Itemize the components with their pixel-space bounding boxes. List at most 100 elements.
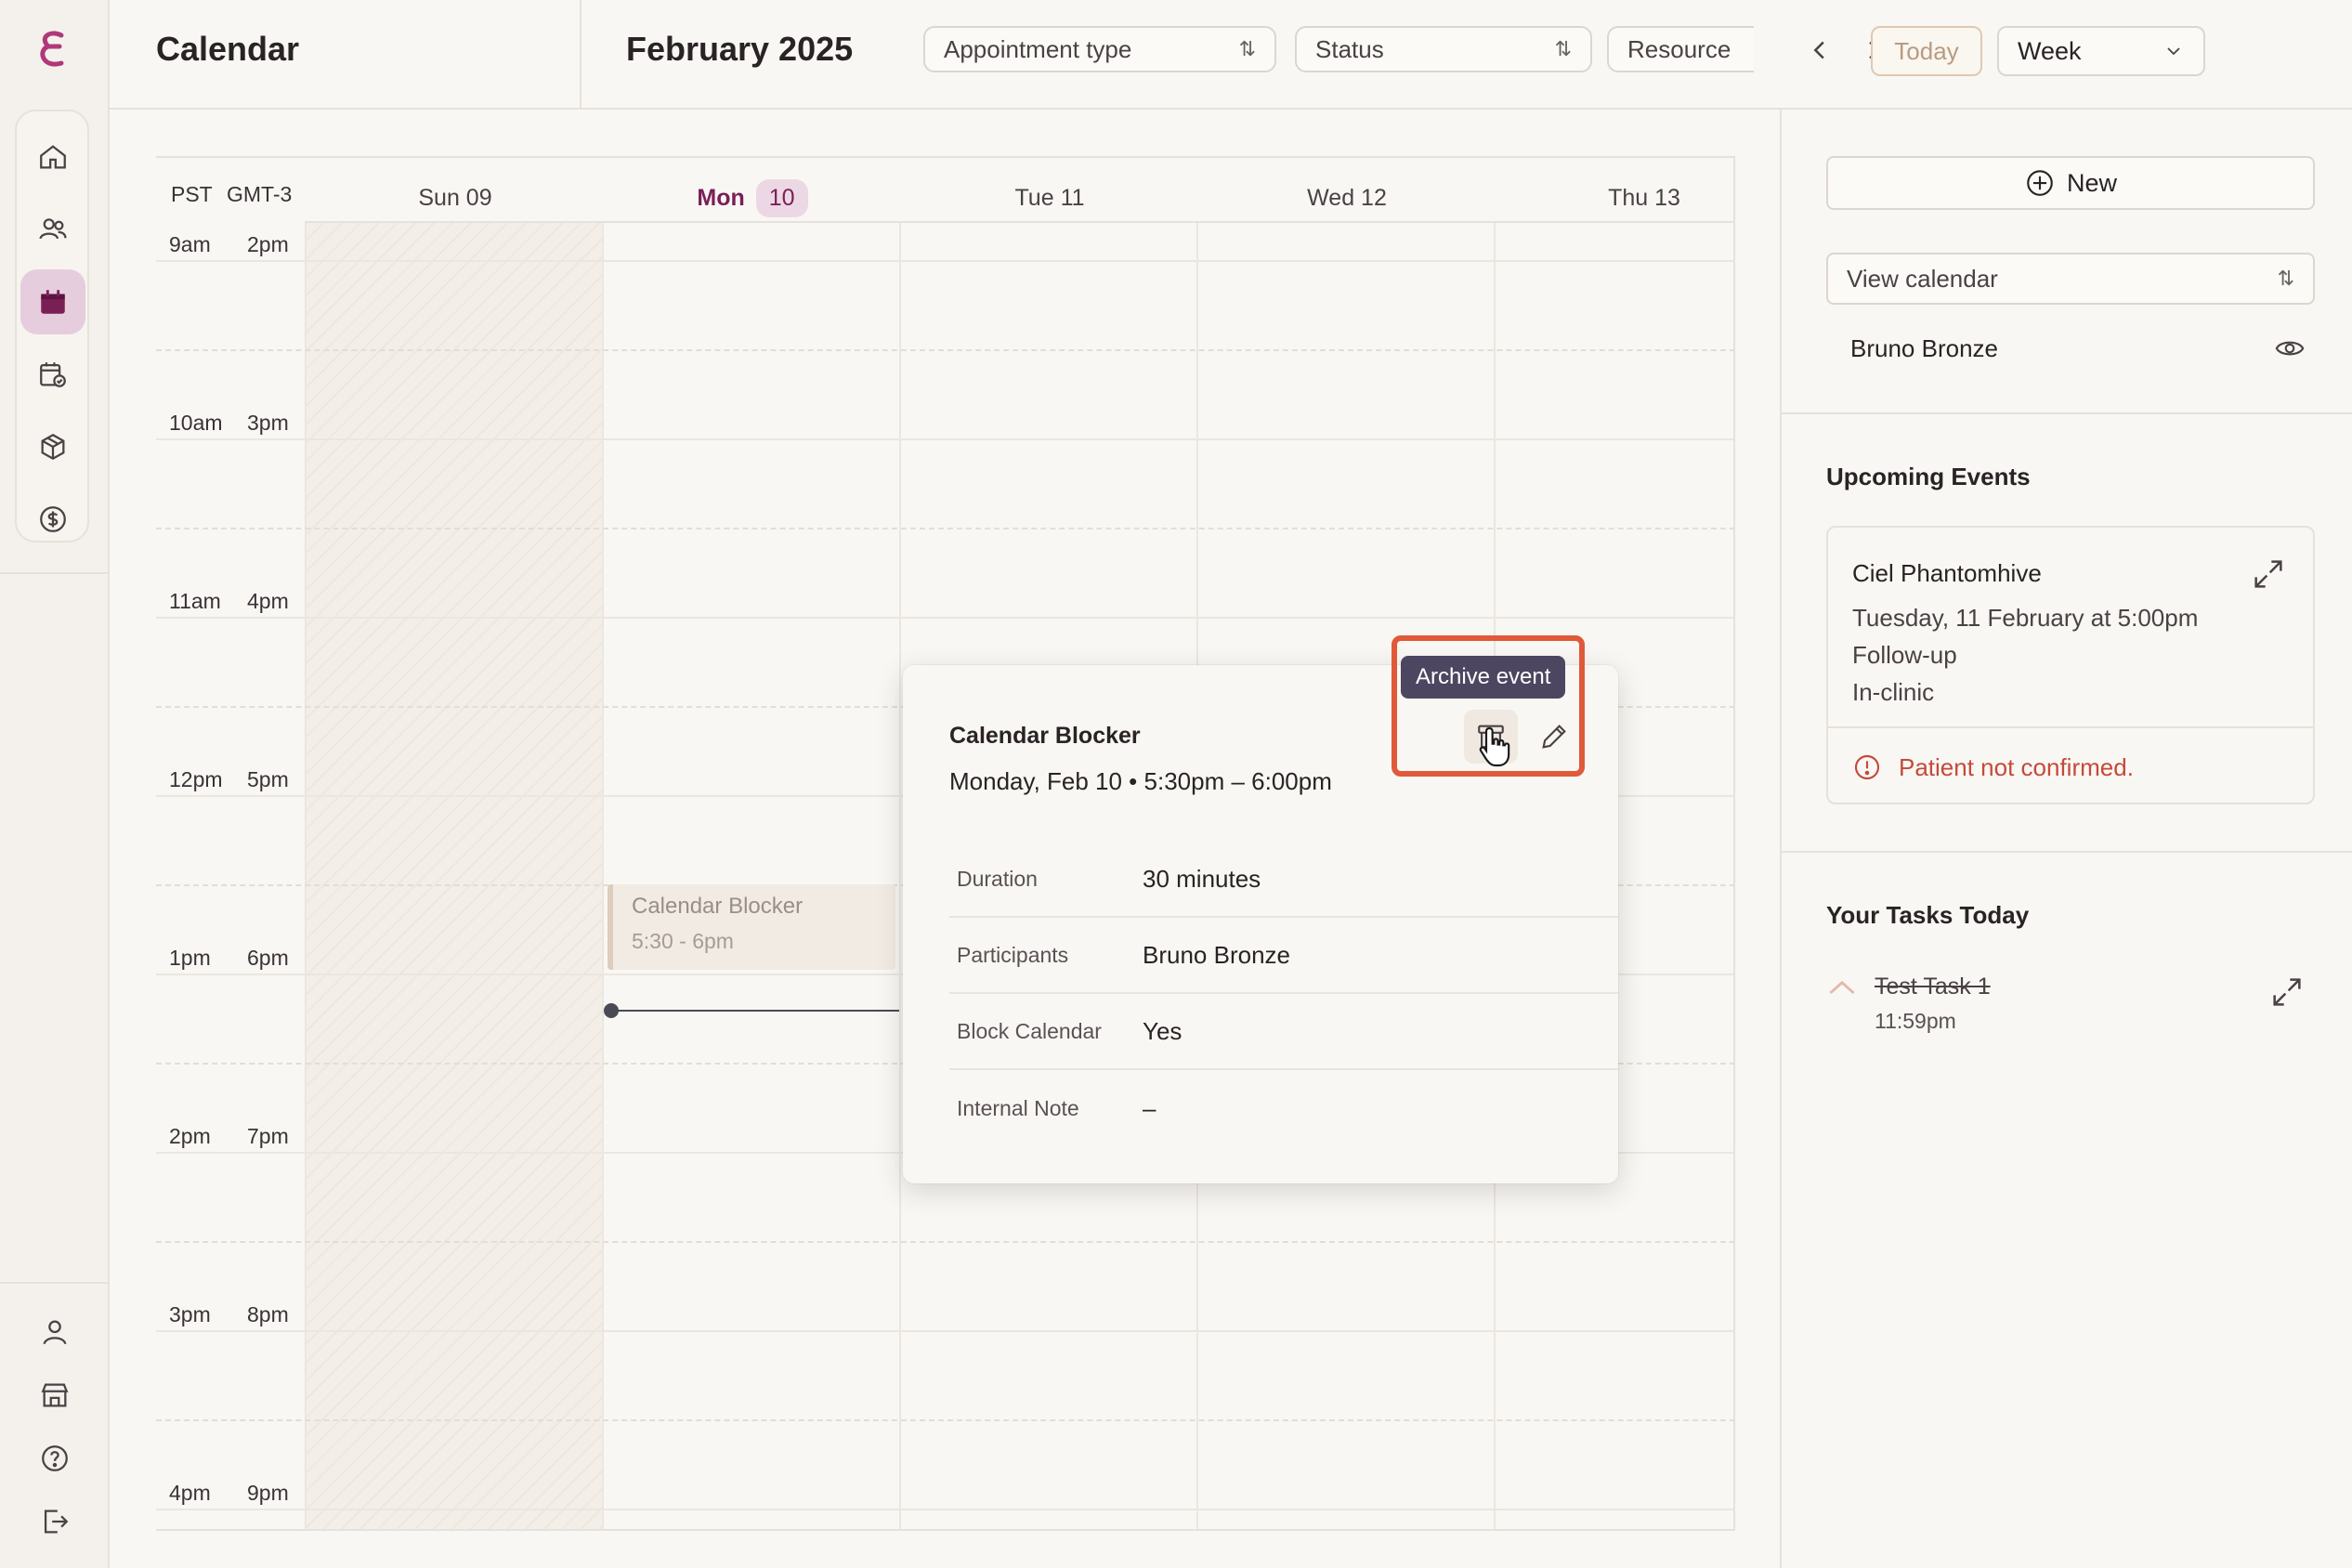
rail-divider <box>0 1282 110 1284</box>
view-mode-select[interactable]: Week <box>1997 26 2205 76</box>
appointments-icon[interactable] <box>20 342 85 407</box>
chevron-updown-icon: ⇅ <box>1238 37 1256 60</box>
view-calendar-select[interactable]: View calendar ⇅ <box>1826 253 2315 305</box>
alert-circle-icon <box>1854 754 1880 780</box>
new-button-label: New <box>2066 168 2117 197</box>
hour-line <box>156 260 1733 262</box>
time-label-gmt: 5pm <box>247 767 289 791</box>
card-divider <box>1828 726 2313 728</box>
chevron-down-icon <box>2167 47 2180 56</box>
day-header-wed[interactable]: Wed 12 <box>1198 175 1496 221</box>
status-select[interactable]: Status ⇅ <box>1295 26 1592 72</box>
archive-tooltip: Archive event <box>1401 656 1566 699</box>
time-label-pst: 1pm <box>169 946 211 970</box>
detail-row-participants: Participants Bruno Bronze <box>949 918 1618 994</box>
calendar-person-row: Bruno Bronze <box>1850 325 2306 372</box>
column-divider <box>899 223 901 1529</box>
chevron-updown-icon: ⇅ <box>2277 267 2294 290</box>
month-title: February 2025 <box>626 30 854 68</box>
hand-cursor-icon <box>1477 725 1514 769</box>
inventory-icon[interactable] <box>20 414 85 479</box>
help-icon[interactable] <box>22 1431 87 1486</box>
time-label-gmt: 6pm <box>247 946 289 970</box>
prev-week-icon[interactable] <box>1802 32 1839 69</box>
plus-circle-icon <box>2027 170 2053 196</box>
panel-divider <box>1782 851 2352 853</box>
detail-value: Yes <box>1143 1016 1183 1045</box>
today-button[interactable]: Today <box>1871 26 1982 76</box>
calendar-event[interactable]: Calendar Blocker 5:30 - 6pm <box>608 884 895 970</box>
detail-key: Duration <box>957 866 1038 891</box>
half-hour-line <box>156 528 1733 529</box>
time-label-gmt: 8pm <box>247 1302 289 1326</box>
current-time-line <box>611 1010 899 1012</box>
half-hour-line <box>156 349 1733 351</box>
warning-text: Patient not confirmed. <box>1899 752 2134 781</box>
detail-row-duration: Duration 30 minutes <box>949 842 1618 918</box>
upcoming-location: In-clinic <box>1852 678 1935 706</box>
task-item[interactable]: Test Task 1 11:59pm <box>1826 964 2319 1039</box>
event-time: 5:30 - 6pm <box>632 929 734 953</box>
hour-line <box>156 617 1733 619</box>
time-label-pst: 11am <box>169 589 221 613</box>
top-header: Calendar February 2025 Appointment type … <box>110 0 2352 110</box>
detail-value: 30 minutes <box>1143 864 1261 893</box>
logout-icon[interactable] <box>22 1494 87 1549</box>
appointment-type-select[interactable]: Appointment type ⇅ <box>923 26 1276 72</box>
task-time: 11:59pm <box>1875 1009 1956 1033</box>
detail-key: Internal Note <box>957 1095 1079 1120</box>
eye-icon[interactable] <box>2274 333 2306 364</box>
view-mode-label: Week <box>2018 36 2082 65</box>
home-icon[interactable] <box>20 124 85 189</box>
expand-icon[interactable] <box>2250 555 2287 593</box>
resource-select[interactable]: Resource <box>1607 26 1754 72</box>
hour-line <box>156 1509 1733 1510</box>
detail-key: Participants <box>957 942 1069 967</box>
time-label-gmt: 4pm <box>247 589 289 613</box>
new-button[interactable]: New <box>1826 156 2315 210</box>
detail-key: Block Calendar <box>957 1018 1102 1043</box>
day-header-tue[interactable]: Tue 11 <box>901 175 1198 221</box>
expand-icon[interactable] <box>2268 973 2306 1011</box>
task-name: Test Task 1 <box>1875 973 1991 1000</box>
status-label: Status <box>1315 34 1384 63</box>
hour-line <box>156 438 1733 440</box>
app-logo-icon[interactable] <box>33 28 71 72</box>
clinic-icon[interactable] <box>22 1367 87 1423</box>
nav-rail <box>0 0 110 1568</box>
rail-divider <box>0 572 110 574</box>
tasks-today-title: Your Tasks Today <box>1826 901 2030 929</box>
nav-group <box>15 110 89 542</box>
column-divider <box>602 223 604 1529</box>
time-label-gmt: 3pm <box>247 411 289 435</box>
day-header-sun[interactable]: Sun 09 <box>307 175 604 221</box>
today-date-pill: 10 <box>755 178 808 217</box>
user-icon[interactable] <box>22 1304 87 1360</box>
patients-icon[interactable] <box>20 197 85 262</box>
popover-title: Calendar Blocker <box>949 723 1141 749</box>
unavailable-day-hatch <box>307 223 602 1529</box>
billing-icon[interactable] <box>20 487 85 552</box>
time-label-pst: 9am <box>169 232 211 256</box>
day-header-thu[interactable]: Thu 13 <box>1496 175 1733 221</box>
time-label-pst: 4pm <box>169 1481 211 1505</box>
popover-datetime: Monday, Feb 10 • 5:30pm – 6:00pm <box>949 767 1332 795</box>
time-label-pst: 2pm <box>169 1124 211 1148</box>
unconfirmed-warning: Patient not confirmed. <box>1852 752 2134 782</box>
timezone-pst: PST <box>171 182 213 206</box>
calendar-icon[interactable] <box>20 269 85 334</box>
appointment-type-label: Appointment type <box>944 34 1132 63</box>
header-divider <box>580 0 581 110</box>
detail-value: – <box>1143 1093 1156 1122</box>
event-title: Calendar Blocker <box>632 894 804 919</box>
resource-label: Resource <box>1627 34 1731 63</box>
time-label-gmt: 9pm <box>247 1481 289 1505</box>
time-label-pst: 10am <box>169 411 223 435</box>
half-hour-line <box>156 1419 1733 1421</box>
timezone-gmt: GMT-3 <box>227 182 293 206</box>
day-header-mon[interactable]: Mon 10 <box>604 175 901 221</box>
right-sidebar: New View calendar ⇅ Bruno Bronze Upcomin… <box>1780 110 2352 1568</box>
upcoming-event-card[interactable]: Ciel Phantomhive Tuesday, 11 February at… <box>1826 526 2315 804</box>
time-label-pst: 3pm <box>169 1302 211 1326</box>
day-label: Mon <box>697 184 745 211</box>
